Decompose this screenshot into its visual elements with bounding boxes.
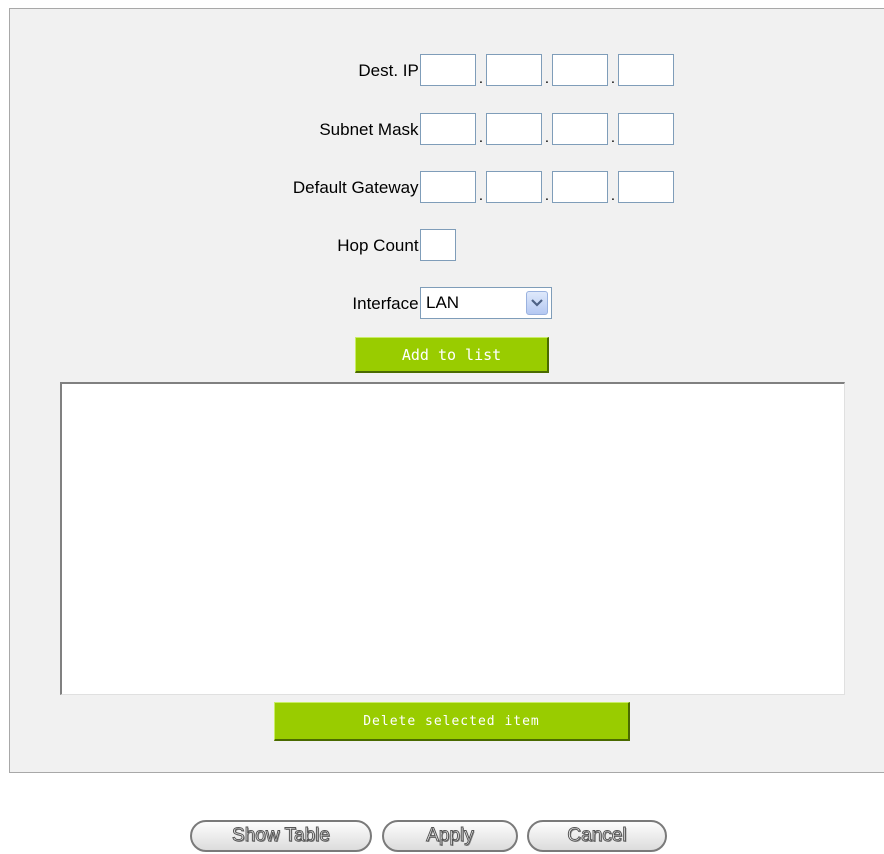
hop-count-label: Hop Count : <box>337 236 428 255</box>
ip-dot: . <box>478 70 484 87</box>
chevron-down-icon[interactable] <box>526 291 548 315</box>
dest-ip-fields: . . . <box>420 54 674 86</box>
route-list[interactable] <box>60 382 845 695</box>
interface-selected-value: LAN <box>426 293 460 312</box>
subnet-mask-octet-4[interactable] <box>618 113 674 145</box>
subnet-mask-octet-1[interactable] <box>420 113 476 145</box>
ip-dot: . <box>478 129 484 146</box>
default-gateway-fields: . . . <box>420 171 674 203</box>
subnet-mask-octet-3[interactable] <box>552 113 608 145</box>
subnet-mask-fields: . . . <box>420 113 674 145</box>
hop-count-row: Hop Count : <box>10 229 884 263</box>
default-gateway-octet-2[interactable] <box>486 171 542 203</box>
apply-button[interactable]: Apply <box>382 820 518 852</box>
ip-dot: . <box>544 129 550 146</box>
static-route-panel: Dest. IP : . . . Subnet Mask : . . . Def… <box>9 8 884 773</box>
dest-ip-row: Dest. IP : . . . <box>10 54 884 88</box>
subnet-mask-octet-2[interactable] <box>486 113 542 145</box>
subnet-mask-row: Subnet Mask : . . . <box>10 113 884 147</box>
hop-count-input[interactable] <box>420 229 456 261</box>
ip-dot: . <box>610 129 616 146</box>
default-gateway-octet-3[interactable] <box>552 171 608 203</box>
subnet-mask-label: Subnet Mask : <box>319 120 428 139</box>
add-to-list-button[interactable]: Add to list <box>355 337 549 373</box>
ip-dot: . <box>478 187 484 204</box>
interface-row: Interface : LAN <box>10 287 884 321</box>
cancel-button[interactable]: Cancel <box>527 820 667 852</box>
dest-ip-octet-1[interactable] <box>420 54 476 86</box>
ip-dot: . <box>544 187 550 204</box>
interface-select[interactable]: LAN <box>420 287 552 319</box>
default-gateway-octet-1[interactable] <box>420 171 476 203</box>
interface-label: Interface : <box>352 294 428 313</box>
hop-count-fields <box>420 229 456 261</box>
default-gateway-octet-4[interactable] <box>618 171 674 203</box>
dest-ip-octet-4[interactable] <box>618 54 674 86</box>
ip-dot: . <box>544 70 550 87</box>
dest-ip-label: Dest. IP : <box>358 61 428 80</box>
default-gateway-label: Default Gateway : <box>292 178 428 197</box>
default-gateway-row: Default Gateway : . . . <box>10 171 884 205</box>
dest-ip-octet-2[interactable] <box>486 54 542 86</box>
dest-ip-octet-3[interactable] <box>552 54 608 86</box>
ip-dot: . <box>610 70 616 87</box>
ip-dot: . <box>610 187 616 204</box>
show-table-button[interactable]: Show Table <box>190 820 372 852</box>
delete-selected-item-button[interactable]: Delete selected item <box>274 702 630 741</box>
